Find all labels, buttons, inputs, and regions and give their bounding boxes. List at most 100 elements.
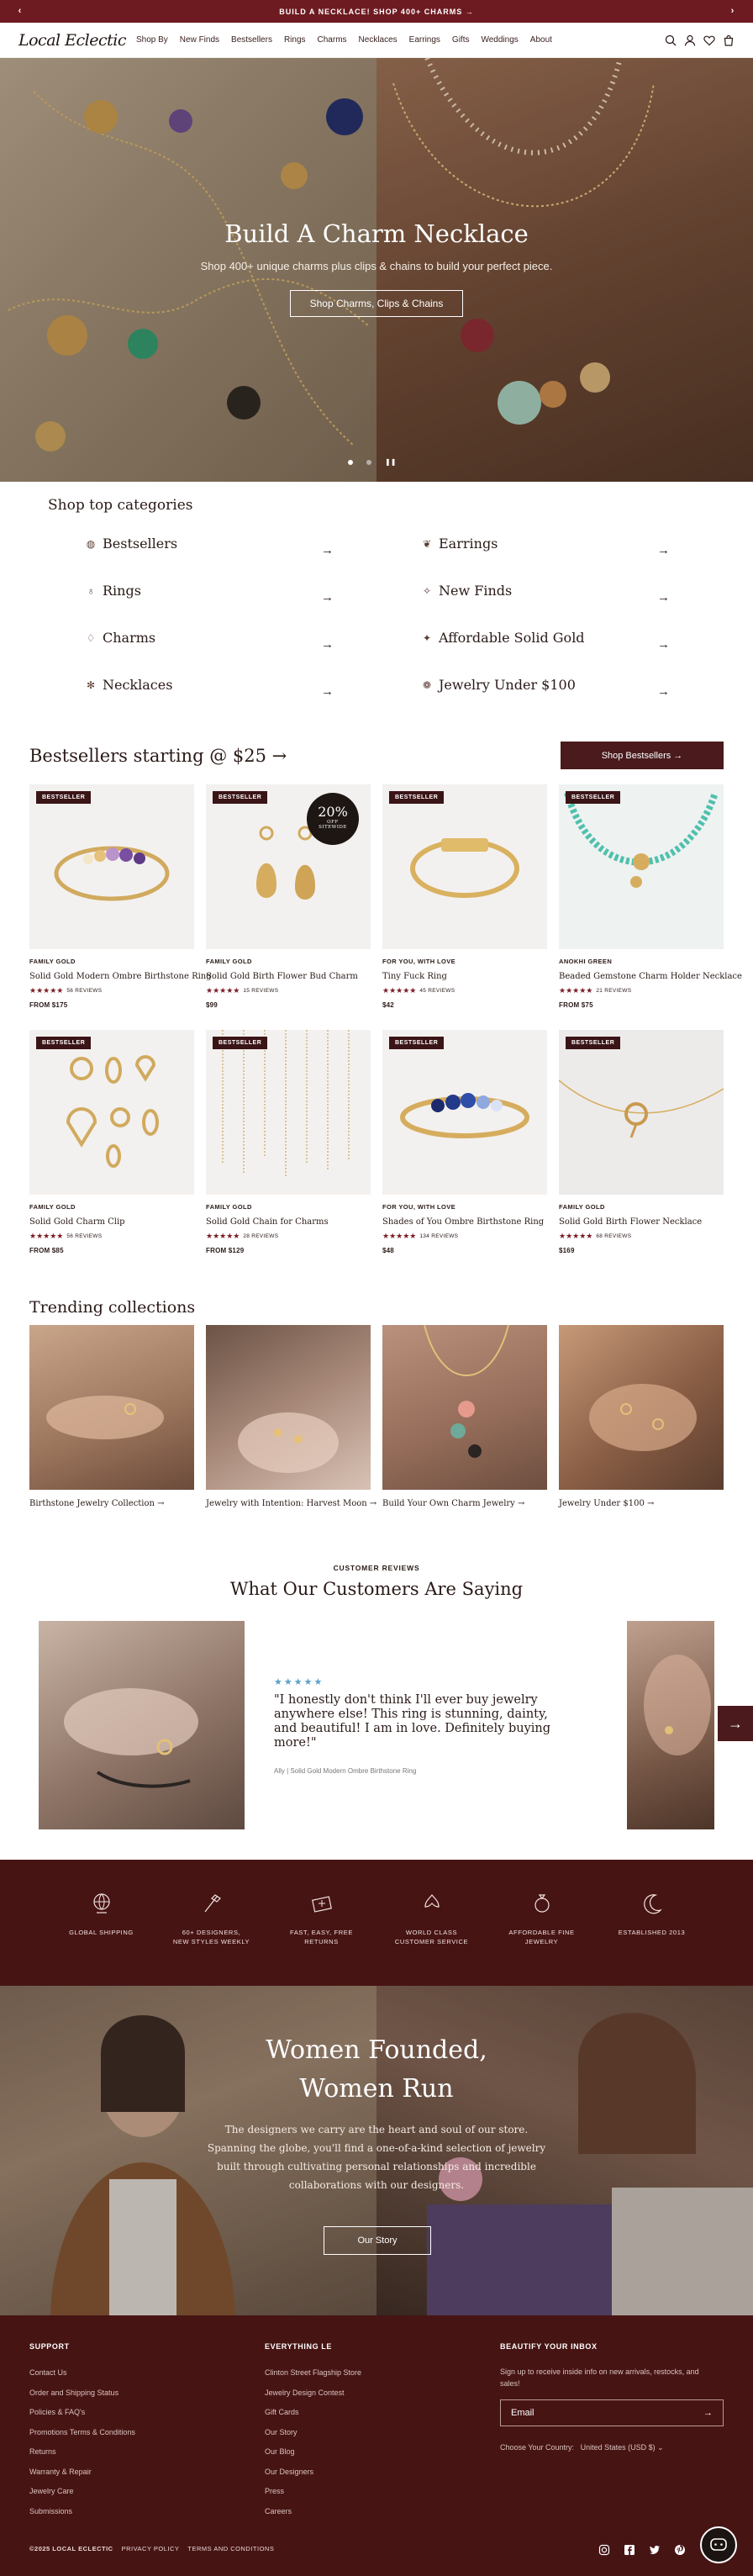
product-brand[interactable]: FAMILY GOLD	[29, 1203, 194, 1211]
collection-image[interactable]	[559, 1325, 724, 1490]
collection-card[interactable]: Jewelry Under $100 →	[559, 1325, 724, 1508]
cart-bag-icon[interactable]	[723, 34, 735, 46]
carousel-dot-1[interactable]	[348, 459, 353, 465]
review-product-link[interactable]: Solid Gold Modern Ombre Birthstone Ring	[290, 1767, 416, 1775]
footer-link[interactable]: Policies & FAQ's	[29, 2408, 265, 2416]
product-image[interactable]: BESTSELLER 20% OFF SITEWIDE	[206, 784, 371, 949]
footer-link[interactable]: Returns	[29, 2447, 265, 2456]
category-earrings[interactable]: ❦ Earrings →	[420, 536, 670, 557]
footer-link[interactable]: Jewelry Care	[29, 2487, 265, 2495]
nav-rings[interactable]: Rings	[284, 35, 306, 45]
product-name[interactable]: Solid Gold Chain for Charms	[206, 1217, 371, 1227]
nav-about[interactable]: About	[530, 35, 552, 45]
product-name[interactable]: Tiny Fuck Ring	[382, 972, 547, 981]
category-bestsellers[interactable]: ◍ Bestsellers →	[84, 536, 334, 557]
nav-weddings[interactable]: Weddings	[481, 35, 518, 45]
product-brand[interactable]: FAMILY GOLD	[206, 1203, 371, 1211]
search-icon[interactable]	[665, 34, 677, 46]
footer-link[interactable]: Clinton Street Flagship Store	[265, 2368, 500, 2377]
footer-link[interactable]: Our Story	[265, 2428, 500, 2436]
product-image[interactable]: BESTSELLER	[29, 1030, 194, 1195]
announcement-bar[interactable]: ‹ BUILD A NECKLACE! SHOP 400+ CHARMS → ›	[0, 0, 753, 23]
product-brand[interactable]: ANOKHI GREEN	[559, 958, 724, 965]
collection-card[interactable]: Build Your Own Charm Jewelry →	[382, 1325, 547, 1508]
category-affordable-solid-gold[interactable]: ✦ Affordable Solid Gold →	[420, 630, 670, 652]
email-field[interactable]: Email →	[500, 2399, 724, 2426]
product-brand[interactable]: FAMILY GOLD	[206, 958, 371, 965]
collection-image[interactable]	[206, 1325, 371, 1490]
our-story-button[interactable]: Our Story	[324, 2226, 431, 2255]
category-rings[interactable]: ♁ Rings →	[84, 583, 334, 604]
logo[interactable]: Local Eclectic	[18, 31, 126, 50]
footer-link[interactable]: Our Designers	[265, 2468, 500, 2476]
product-card[interactable]: BESTSELLER ANOKHI GREEN Beaded Gemstone …	[559, 784, 742, 1009]
product-card[interactable]: BESTSELLER FOR YOU, WITH LOVE Tiny Fuck …	[382, 784, 547, 1009]
privacy-policy-link[interactable]: PRIVACY POLICY	[122, 2545, 180, 2552]
product-name[interactable]: Shades of You Ombre Birthstone Ring	[382, 1217, 547, 1227]
nav-necklaces[interactable]: Necklaces	[359, 35, 398, 45]
category-new-finds[interactable]: ✧ New Finds →	[420, 583, 670, 604]
product-brand[interactable]: FOR YOU, WITH LOVE	[382, 1203, 547, 1211]
collection-label[interactable]: Jewelry with Intention: Harvest Moon →	[206, 1499, 376, 1508]
product-card[interactable]: BESTSELLER FAMILY GOLD Solid Gold Birth …	[559, 1030, 724, 1254]
wishlist-heart-icon[interactable]	[703, 34, 715, 46]
chevron-right-icon[interactable]: ›	[728, 6, 738, 16]
product-name[interactable]: Beaded Gemstone Charm Holder Necklace	[559, 972, 742, 981]
footer-link[interactable]: Our Blog	[265, 2447, 500, 2456]
announcement-text[interactable]: BUILD A NECKLACE! SHOP 400+ CHARMS →	[279, 8, 473, 16]
chevron-down-icon[interactable]: ⌄	[657, 2443, 664, 2452]
collection-card[interactable]: Jewelry with Intention: Harvest Moon →	[206, 1325, 376, 1508]
nav-gifts[interactable]: Gifts	[452, 35, 470, 45]
carousel-dot-2[interactable]	[366, 459, 371, 465]
footer-link[interactable]: Warranty & Repair	[29, 2468, 265, 2476]
terms-link[interactable]: TERMS AND CONDITIONS	[187, 2545, 274, 2552]
email-placeholder[interactable]: Email	[511, 2408, 534, 2418]
footer-link[interactable]: Contact Us	[29, 2368, 265, 2377]
product-image[interactable]: BESTSELLER	[29, 784, 194, 949]
product-name[interactable]: Solid Gold Birth Flower Bud Charm	[206, 972, 371, 981]
footer-link[interactable]: Press	[265, 2487, 500, 2495]
footer-link[interactable]: Jewelry Design Contest	[265, 2389, 500, 2397]
product-name[interactable]: Solid Gold Charm Clip	[29, 1217, 194, 1227]
product-brand[interactable]: FAMILY GOLD	[559, 1203, 724, 1211]
pause-icon[interactable]: ❚❚	[385, 458, 396, 466]
country-value[interactable]: United States (USD $)	[581, 2443, 656, 2452]
footer-link[interactable]: Submissions	[29, 2507, 265, 2515]
collection-card[interactable]: Birthstone Jewelry Collection →	[29, 1325, 194, 1508]
shop-bestsellers-button[interactable]: Shop Bestsellers →	[561, 742, 724, 769]
submit-arrow-icon[interactable]: →	[703, 2408, 713, 2418]
category-charms[interactable]: ♢ Charms →	[84, 630, 334, 652]
nav-earrings[interactable]: Earrings	[409, 35, 440, 45]
account-icon[interactable]	[684, 34, 696, 46]
pinterest-icon[interactable]	[674, 2544, 686, 2556]
country-selector[interactable]: Choose Your Country: United States (USD …	[500, 2443, 724, 2452]
nav-bestsellers[interactable]: Bestsellers	[231, 35, 272, 45]
product-card[interactable]: BESTSELLER FAMILY GOLD Solid Gold Modern…	[29, 784, 212, 1009]
instagram-icon[interactable]	[598, 2544, 610, 2556]
collection-label[interactable]: Build Your Own Charm Jewelry →	[382, 1499, 547, 1508]
facebook-icon[interactable]	[624, 2544, 635, 2556]
product-card[interactable]: BESTSELLER FAMILY GOLD Solid Gold Chain …	[206, 1030, 371, 1254]
product-image[interactable]: BESTSELLER	[559, 784, 724, 949]
chat-widget-icon[interactable]	[700, 2526, 737, 2563]
hero-cta-button[interactable]: Shop Charms, Clips & Chains	[290, 290, 463, 317]
product-name[interactable]: Solid Gold Modern Ombre Birthstone Ring	[29, 972, 212, 981]
carousel-next-arrow-icon[interactable]: →	[718, 1706, 753, 1741]
product-brand[interactable]: FAMILY GOLD	[29, 958, 194, 965]
product-image[interactable]: BESTSELLER	[382, 784, 547, 949]
category-necklaces[interactable]: ✻ Necklaces →	[84, 677, 334, 699]
bestsellers-title[interactable]: Bestsellers starting @ $25 →	[29, 746, 287, 766]
product-image[interactable]: BESTSELLER	[382, 1030, 547, 1195]
nav-new-finds[interactable]: New Finds	[180, 35, 219, 45]
product-card[interactable]: BESTSELLER 20% OFF SITEWIDE FAMILY GOLD So…	[206, 784, 371, 1009]
nav-shop-by[interactable]: Shop By	[136, 35, 168, 45]
footer-link[interactable]: Gift Cards	[265, 2408, 500, 2416]
twitter-icon[interactable]	[649, 2544, 661, 2556]
product-image[interactable]: BESTSELLER	[559, 1030, 724, 1195]
product-brand[interactable]: FOR YOU, WITH LOVE	[382, 958, 547, 965]
footer-link[interactable]: Careers	[265, 2507, 500, 2515]
footer-link[interactable]: Order and Shipping Status	[29, 2389, 265, 2397]
chevron-left-icon[interactable]: ‹	[15, 6, 25, 16]
product-card[interactable]: BESTSELLER FOR YOU, WITH LOVE Shades of …	[382, 1030, 547, 1254]
product-image[interactable]: BESTSELLER	[206, 1030, 371, 1195]
